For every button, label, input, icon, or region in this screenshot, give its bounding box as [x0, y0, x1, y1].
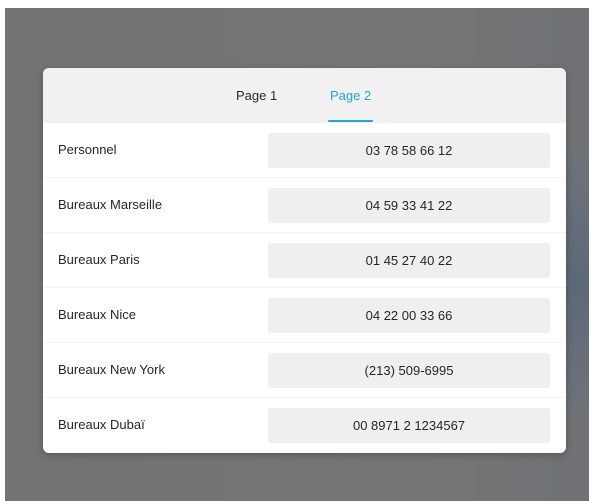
list-item: Personnel 03 78 58 66 12 [43, 123, 566, 178]
contact-list: Personnel 03 78 58 66 12 Bureaux Marseil… [43, 123, 566, 453]
list-item: Bureaux Dubaï 00 8971 2 1234567 [43, 398, 566, 453]
tab-page-1[interactable]: Page 1 [236, 88, 277, 103]
contact-number-button[interactable]: (213) 509-6995 [268, 353, 550, 388]
contact-number-button[interactable]: 04 59 33 41 22 [268, 188, 550, 223]
active-tab-indicator [328, 120, 374, 122]
contact-label: Bureaux New York [58, 362, 165, 377]
list-item: Bureaux Paris 01 45 27 40 22 [43, 233, 566, 288]
contact-label: Bureaux Nice [58, 307, 137, 322]
contact-label: Personnel [58, 142, 117, 157]
list-item: Bureaux Marseille 04 59 33 41 22 [43, 178, 566, 233]
list-item: Bureaux New York (213) 509-6995 [43, 343, 566, 398]
contact-label: Bureaux Dubaï [58, 417, 145, 432]
contact-number-button[interactable]: 03 78 58 66 12 [268, 133, 550, 168]
contact-label: Bureaux Paris [58, 252, 140, 267]
tab-bar: Page 1 Page 2 [43, 68, 566, 123]
phonebook-dialog: Page 1 Page 2 Personnel 03 78 58 66 12 B… [43, 68, 566, 453]
tab-page-1-label: Page 1 [236, 88, 278, 103]
contact-number-button[interactable]: 04 22 00 33 66 [268, 298, 550, 333]
tab-page-2[interactable]: Page 2 [328, 88, 374, 122]
contact-number-button[interactable]: 00 8971 2 1234567 [268, 408, 550, 443]
contact-label: Bureaux Marseille [58, 197, 163, 212]
contact-number-button[interactable]: 01 45 27 40 22 [268, 243, 550, 278]
list-item: Bureaux Nice 04 22 00 33 66 [43, 288, 566, 343]
tab-page-2-label: Page 2 [330, 88, 372, 103]
backdrop-accent [563, 158, 589, 408]
